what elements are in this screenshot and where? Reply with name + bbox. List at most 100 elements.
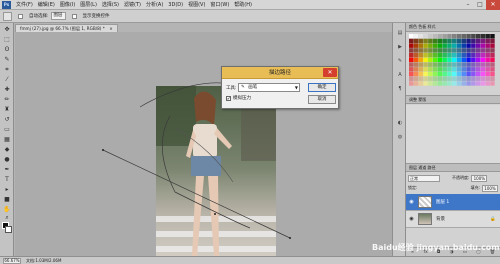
color-swatch[interactable] — [485, 34, 490, 39]
color-swatch[interactable] — [418, 76, 424, 81]
color-swatch[interactable] — [428, 67, 433, 72]
color-swatch[interactable] — [418, 34, 424, 39]
color-swatch[interactable] — [456, 52, 462, 58]
color-swatch[interactable] — [461, 48, 467, 53]
color-swatch[interactable] — [442, 62, 447, 67]
color-swatch[interactable] — [428, 34, 433, 39]
color-swatch[interactable] — [466, 52, 471, 58]
color-swatch[interactable] — [423, 76, 428, 81]
color-swatch[interactable] — [452, 48, 457, 53]
auto-select-target-select[interactable]: 图层 — [50, 12, 66, 20]
history-panel-icon[interactable]: ▤ — [395, 29, 405, 37]
swatches-grid[interactable] — [409, 34, 495, 86]
color-swatch[interactable] — [432, 34, 438, 39]
gradient-tool-icon[interactable]: ▦ — [2, 136, 12, 144]
color-swatch[interactable] — [432, 52, 438, 58]
color-swatch[interactable] — [466, 67, 471, 72]
color-swatch[interactable] — [490, 57, 495, 63]
clone-stamp-tool-icon[interactable]: ♜ — [2, 106, 12, 114]
color-swatch[interactable] — [466, 81, 471, 86]
layers-panel-tabs[interactable]: 图层 通道 路径 — [406, 163, 500, 172]
color-swatch[interactable] — [475, 62, 481, 67]
color-swatch[interactable] — [485, 67, 490, 72]
color-swatch[interactable] — [428, 43, 433, 48]
color-swatch[interactable] — [409, 62, 414, 67]
adjustments-panel-tabs[interactable]: 调整 蒙版 — [406, 95, 500, 104]
color-swatch[interactable] — [466, 38, 471, 44]
color-swatch[interactable] — [437, 62, 443, 67]
color-swatch[interactable] — [442, 43, 447, 48]
color-swatch[interactable] — [456, 62, 462, 67]
lasso-tool-icon[interactable]: ʘ — [2, 46, 12, 54]
color-swatch[interactable] — [461, 38, 467, 44]
layer-row-layer-1[interactable]: ◉ 图层 1 — [406, 194, 500, 211]
color-swatch[interactable] — [442, 38, 447, 44]
color-swatch[interactable] — [485, 38, 490, 44]
color-swatch[interactable] — [447, 81, 452, 86]
color-swatch[interactable] — [409, 71, 414, 77]
color-swatch[interactable] — [437, 34, 443, 39]
color-swatch[interactable] — [437, 38, 443, 44]
color-swatch[interactable] — [485, 52, 490, 58]
color-swatch[interactable] — [423, 62, 428, 67]
color-swatch[interactable] — [466, 57, 471, 63]
color-swatch[interactable] — [480, 57, 486, 63]
color-swatch[interactable] — [432, 43, 438, 48]
color-swatch[interactable] — [490, 62, 495, 67]
color-swatch[interactable] — [461, 57, 467, 63]
color-swatch[interactable] — [461, 62, 467, 67]
blend-mode-select[interactable]: 正常 — [408, 174, 440, 182]
color-swatch[interactable] — [490, 76, 495, 81]
color-swatch[interactable] — [452, 67, 457, 72]
color-swatch[interactable] — [461, 34, 467, 39]
color-swatch[interactable] — [409, 48, 414, 53]
color-swatch[interactable] — [471, 43, 476, 48]
color-swatch[interactable] — [442, 57, 447, 63]
color-swatch[interactable] — [490, 67, 495, 72]
color-swatch[interactable] — [447, 52, 452, 58]
color-swatch[interactable] — [423, 71, 428, 77]
color-swatch[interactable] — [490, 52, 495, 58]
color-swatch[interactable] — [485, 76, 490, 81]
color-swatch[interactable] — [432, 81, 438, 86]
move-tool-preset-icon[interactable] — [3, 11, 12, 21]
menu-file[interactable]: 文件(F) — [16, 1, 33, 8]
color-swatch[interactable] — [456, 71, 462, 77]
color-swatch[interactable] — [466, 71, 471, 77]
color-swatch[interactable] — [447, 34, 452, 39]
color-swatch[interactable] — [442, 71, 447, 77]
close-document-icon[interactable]: × — [109, 26, 113, 31]
color-swatch[interactable] — [456, 38, 462, 44]
color-swatch[interactable] — [437, 43, 443, 48]
color-swatch[interactable] — [475, 57, 481, 63]
color-swatch[interactable] — [418, 52, 424, 58]
color-swatch[interactable] — [475, 38, 481, 44]
color-swatch[interactable] — [456, 57, 462, 63]
color-swatch[interactable] — [475, 67, 481, 72]
menu-select[interactable]: 选择(S) — [102, 1, 119, 8]
show-transform-checkbox[interactable] — [71, 13, 77, 19]
zoom-tool-icon[interactable]: ⌕ — [2, 214, 12, 222]
color-swatch[interactable] — [452, 81, 457, 86]
adjustments-panel-icon[interactable]: ◐ — [395, 119, 405, 127]
opacity-input[interactable]: 100% — [471, 174, 488, 182]
masks-panel-icon[interactable]: ◍ — [395, 133, 405, 141]
color-swatch[interactable] — [413, 81, 419, 86]
color-swatch[interactable] — [480, 43, 486, 48]
color-swatch[interactable] — [456, 67, 462, 72]
maximize-icon[interactable]: □ — [474, 0, 486, 10]
color-swatch[interactable] — [452, 62, 457, 67]
color-swatch[interactable] — [413, 38, 419, 44]
color-swatch[interactable] — [461, 67, 467, 72]
color-swatch[interactable] — [475, 76, 481, 81]
color-swatch[interactable] — [437, 81, 443, 86]
document-tab[interactable]: fmmj (27).jpg @ 66.7% (图层 1, RGB/8) * × — [15, 24, 118, 32]
color-swatch[interactable] — [442, 67, 447, 72]
color-swatch[interactable] — [432, 67, 438, 72]
color-swatch[interactable] — [461, 52, 467, 58]
menu-edit[interactable]: 编辑(E) — [38, 1, 55, 8]
color-swatch[interactable] — [480, 81, 486, 86]
color-swatch[interactable] — [437, 67, 443, 72]
eraser-tool-icon[interactable]: ▭ — [2, 126, 12, 134]
auto-select-checkbox[interactable] — [18, 13, 23, 19]
